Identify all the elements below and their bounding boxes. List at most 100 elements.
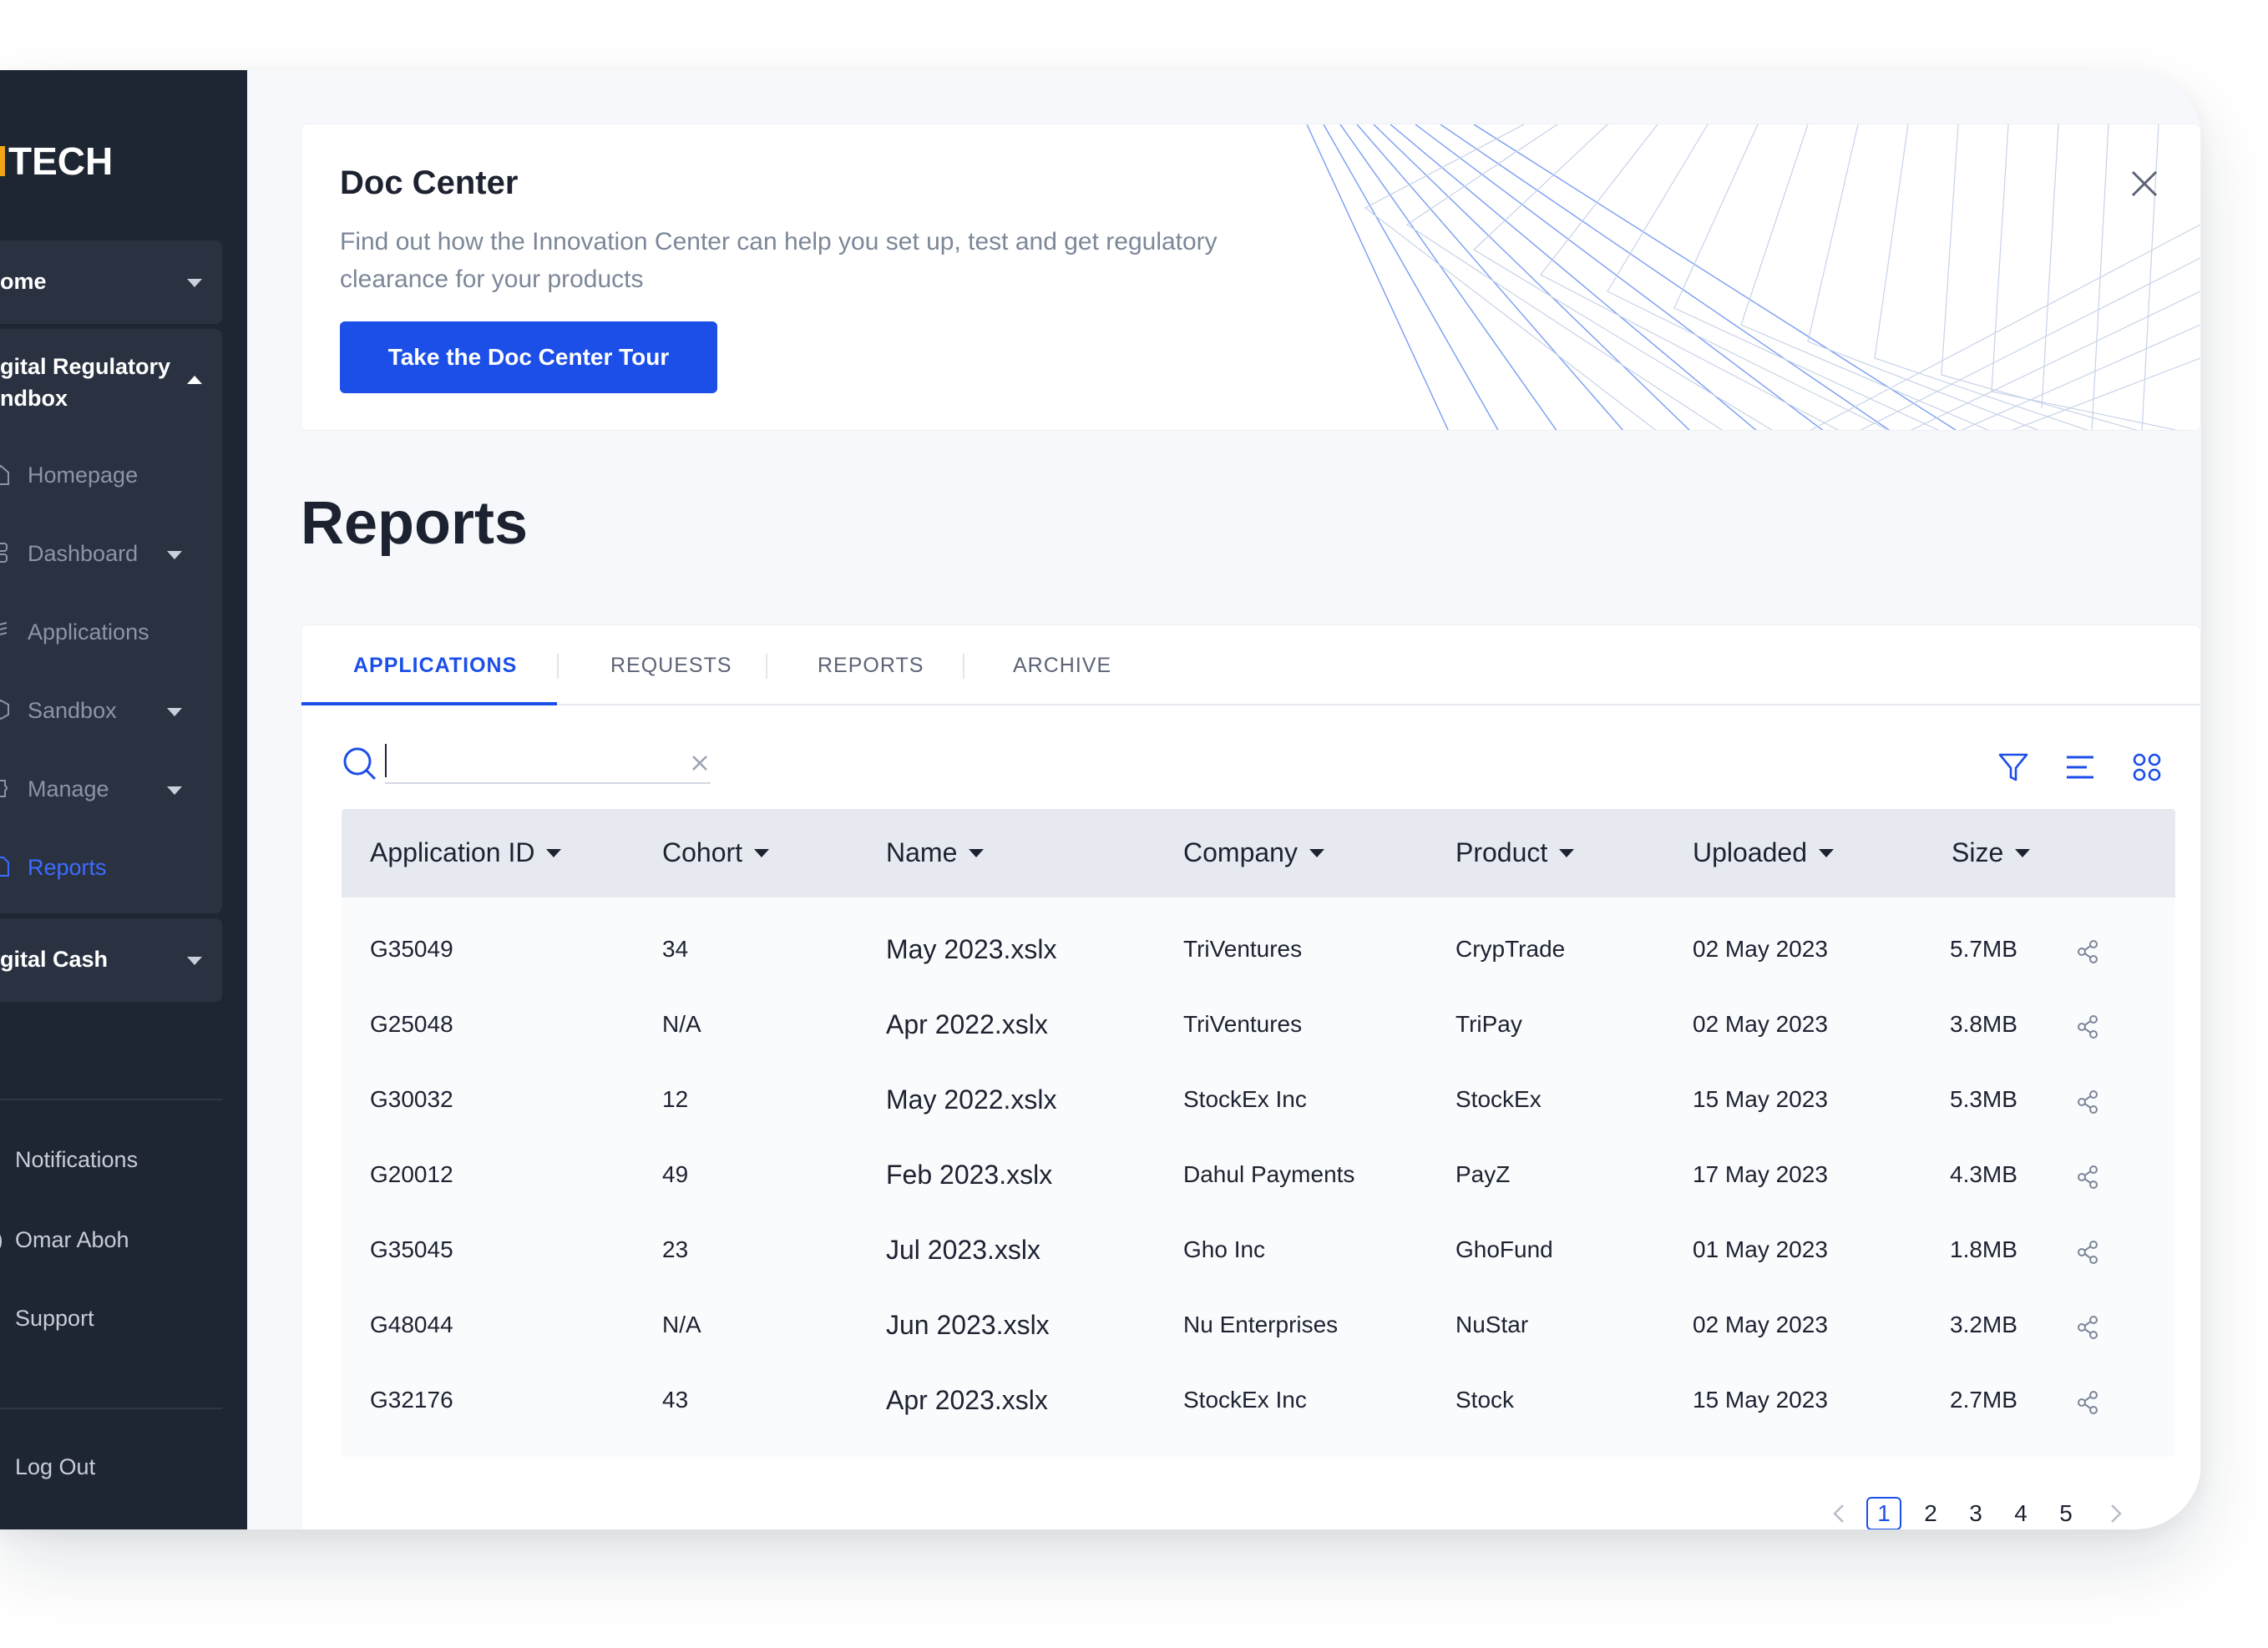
cell-cohort: N/A <box>662 1312 701 1337</box>
page-2-button[interactable]: 2 <box>1913 1497 1948 1529</box>
column-header-label: Cohort <box>662 837 743 867</box>
cell-product: CrypTrade <box>1455 936 1566 962</box>
cell-cohort: 43 <box>662 1387 689 1413</box>
nav-home[interactable]: ome <box>0 240 222 324</box>
notifications-link[interactable]: Notifications <box>15 1147 138 1173</box>
cell-application-id: G20012 <box>370 1161 453 1187</box>
nav-group-header[interactable]: gital Regulatory ndbox <box>0 351 222 426</box>
close-icon[interactable] <box>2130 169 2159 198</box>
share-icon[interactable] <box>2075 1390 2100 1415</box>
table-row[interactable]: G20012 49 Feb 2023.xslx Dahul Payments PayZ 1… <box>342 1138 2175 1213</box>
sidebar-item-label: Applications <box>28 619 149 645</box>
sidebar-item-sandbox[interactable]: Sandbox <box>0 695 222 728</box>
page-4-button[interactable]: 4 <box>2003 1497 2038 1529</box>
sort-caret-icon <box>1559 849 1575 857</box>
sidebar-item-dashboard[interactable]: Dashboard <box>0 538 222 571</box>
chevron-left-icon[interactable] <box>1826 1500 1853 1527</box>
sidebar-item-applications[interactable]: Applications <box>0 616 222 650</box>
cell-name: May 2022.xslx <box>886 1084 1057 1115</box>
cell-product: PayZ <box>1455 1161 1511 1187</box>
cell-company: Dahul Payments <box>1183 1161 1355 1187</box>
page-title: Reports <box>301 490 529 557</box>
take-tour-button[interactable]: Take the Doc Center Tour <box>340 321 717 393</box>
main-content: Doc Center Find out how the Innovation C… <box>247 70 2201 1529</box>
cell-cohort: 49 <box>662 1161 689 1187</box>
clear-search-icon[interactable] <box>691 754 709 772</box>
tab-archive[interactable]: ARCHIVE <box>1013 654 1111 678</box>
cell-uploaded: 02 May 2023 <box>1693 936 1828 962</box>
table-row[interactable]: G35049 34 May 2023.xslx TriVentures CrypTrad… <box>342 912 2175 988</box>
tab-separator <box>557 654 559 679</box>
sidebar-item-label: Sandbox <box>28 698 117 723</box>
page-3-button[interactable]: 3 <box>1958 1497 1993 1529</box>
column-header-name[interactable]: Name <box>886 837 985 868</box>
filter-icon[interactable] <box>1997 751 2030 784</box>
cell-name: May 2023.xslx <box>886 934 1057 964</box>
column-header-product[interactable]: Product <box>1455 837 1575 868</box>
table-row[interactable]: G30032 12 May 2022.xslx StockEx Inc StockEx 1… <box>342 1063 2175 1138</box>
sidebar-item-reports[interactable]: Reports <box>0 852 222 885</box>
puzzle-icon <box>0 780 8 797</box>
active-tab-indicator <box>301 702 557 705</box>
logo: TECH <box>0 139 113 184</box>
share-icon[interactable] <box>2075 1089 2100 1115</box>
sidebar-item-manage[interactable]: Manage <box>0 773 222 806</box>
cell-uploaded: 01 May 2023 <box>1693 1236 1828 1262</box>
share-icon[interactable] <box>2075 939 2100 964</box>
search-input[interactable] <box>385 744 677 777</box>
column-header-uploaded[interactable]: Uploaded <box>1693 837 1834 868</box>
column-header-cohort[interactable]: Cohort <box>662 837 770 868</box>
cell-name: Apr 2023.xslx <box>886 1385 1048 1415</box>
table-header: Application ID Cohort Name Company Produ… <box>342 809 2175 897</box>
page-5-button[interactable]: 5 <box>2048 1497 2083 1529</box>
column-header-application-id[interactable]: Application ID <box>370 837 562 868</box>
table-row[interactable]: G25048 N/A Apr 2022.xslx TriVentures TriPay 0… <box>342 988 2175 1063</box>
search-bar <box>342 739 711 786</box>
table-row[interactable]: G48044 N/A Jun 2023.xslx Nu Enterprises NuSt… <box>342 1288 2175 1363</box>
share-icon[interactable] <box>2075 1014 2100 1039</box>
nav-cash[interactable]: gital Cash <box>0 918 222 1002</box>
logout-link[interactable]: Log Out <box>15 1454 95 1480</box>
cell-uploaded: 02 May 2023 <box>1693 1011 1828 1037</box>
chevron-down-icon <box>167 708 182 716</box>
column-header-size[interactable]: Size <box>1952 837 2031 868</box>
list-view-icon[interactable] <box>2063 751 2097 784</box>
table-row[interactable]: G32176 43 Apr 2023.xslx StockEx Inc Stock 15 … <box>342 1363 2175 1438</box>
support-link[interactable]: Support <box>15 1306 94 1332</box>
cell-size: 3.2MB <box>1950 1312 2017 1337</box>
sidebar: TECH ome gital Regulatory ndbox Homepage… <box>0 70 247 1529</box>
cell-application-id: G48044 <box>370 1312 453 1337</box>
share-icon[interactable] <box>2075 1165 2100 1190</box>
banner-description: Find out how the Innovation Center can h… <box>340 228 1218 293</box>
cell-company: TriVentures <box>1183 1011 1303 1037</box>
nav-group-sandbox: gital Regulatory ndbox Homepage Dashboar… <box>0 329 222 913</box>
column-header-label: Size <box>1952 837 2004 867</box>
page-1-button[interactable]: 1 <box>1866 1497 1901 1529</box>
tab-requests[interactable]: REQUESTS <box>610 654 732 678</box>
sidebar-item-homepage[interactable]: Homepage <box>0 459 222 493</box>
tab-reports[interactable]: REPORTS <box>818 654 924 678</box>
user-profile-link[interactable]: Omar Aboh <box>15 1227 129 1253</box>
sidebar-item-label: Reports <box>28 855 107 880</box>
chevron-right-icon[interactable] <box>2102 1500 2129 1527</box>
sidebar-item-label: Dashboard <box>28 541 139 566</box>
cell-application-id: G35049 <box>370 936 453 962</box>
cell-uploaded: 15 May 2023 <box>1693 1086 1828 1112</box>
share-icon[interactable] <box>2075 1240 2100 1265</box>
logo-text: TECH <box>8 139 114 183</box>
column-header-company[interactable]: Company <box>1183 837 1324 868</box>
layers-icon <box>0 622 8 636</box>
table-row[interactable]: G35045 23 Jul 2023.xslx Gho Inc GhoFund 01 Ma… <box>342 1213 2175 1288</box>
chevron-down-icon <box>167 551 182 559</box>
chevron-up-icon <box>187 376 202 384</box>
banner-title: Doc Center <box>340 164 519 201</box>
search-underline <box>385 782 711 784</box>
share-icon[interactable] <box>2075 1315 2100 1340</box>
grid-view-icon[interactable] <box>2130 751 2164 784</box>
cell-cohort: 23 <box>662 1236 689 1262</box>
cell-name: Apr 2022.xslx <box>886 1009 1048 1039</box>
nav-home-label: ome <box>0 269 47 294</box>
chevron-down-icon <box>167 786 182 795</box>
column-header-label: Uploaded <box>1693 837 1807 867</box>
tab-applications[interactable]: APPLICATIONS <box>353 654 517 678</box>
